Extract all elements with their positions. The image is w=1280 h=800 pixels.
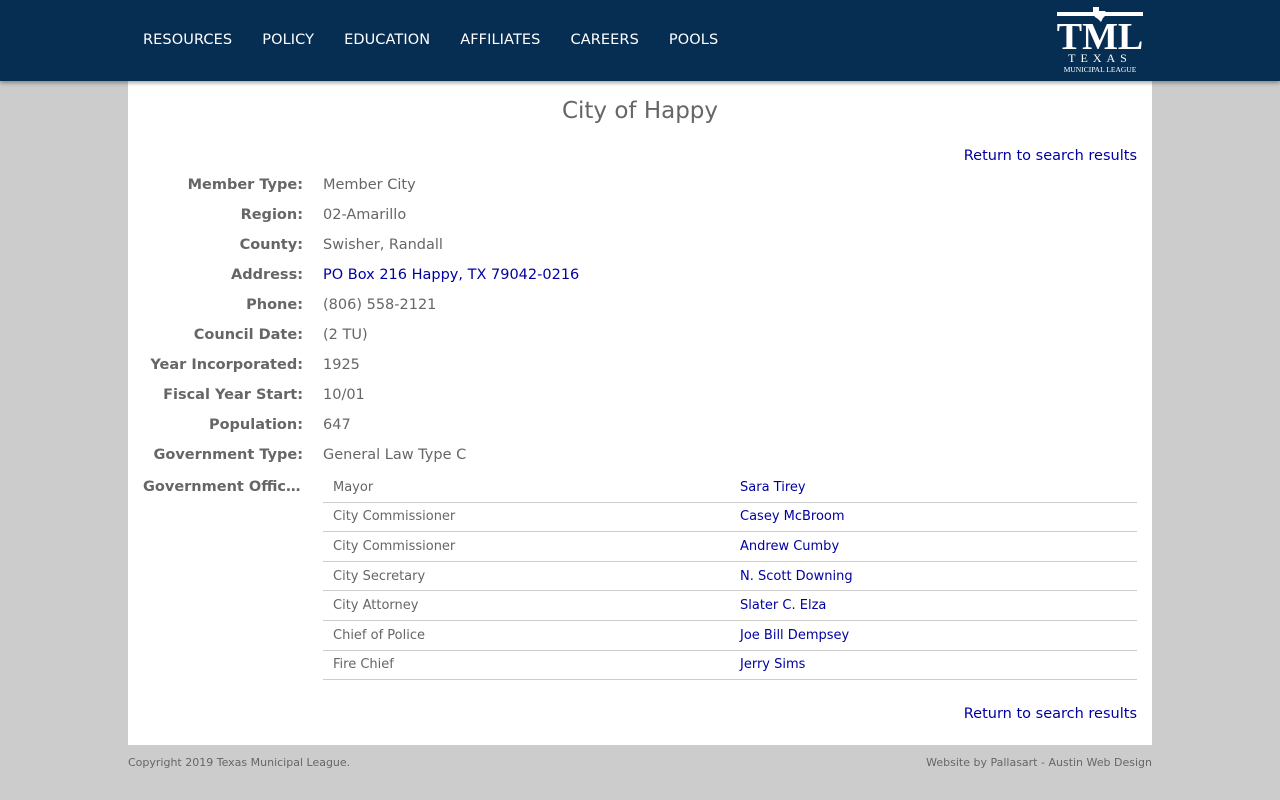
nav-affiliates[interactable]: AFFILIATES: [460, 31, 540, 49]
texas-star-logo-icon: TML TEXAS MUNICIPAL LEAGUE: [1057, 7, 1143, 74]
page-title: City of Happy: [561, 98, 719, 124]
field-label: Government Type:: [153, 447, 303, 463]
field-label: Population:: [208, 417, 303, 433]
footer-credit-link[interactable]: Website by Pallasart - Austin Web Design: [926, 756, 1152, 769]
footer-copyright: Copyright 2019 Texas Municipal League.: [128, 756, 351, 769]
nav-careers[interactable]: CAREERS: [570, 31, 638, 49]
nav-resources[interactable]: RESOURCES: [143, 31, 232, 49]
field-value: Member City: [323, 177, 416, 193]
official-name-link[interactable]: Casey McBroom: [740, 509, 845, 524]
official-role: City Attorney: [323, 590, 730, 621]
main-nav: RESOURCES POLICY EDUCATION AFFILIATES CA…: [143, 31, 748, 49]
field-value: General Law Type C: [323, 447, 467, 463]
member-fields: Member Type: Member City Region: 02-Amar…: [128, 177, 1152, 477]
officials-table: Mayor Sara Tirey City Commissioner Casey…: [323, 473, 1137, 681]
logo-text-league: MUNICIPAL LEAGUE: [1064, 65, 1137, 74]
table-row: Mayor Sara Tirey: [323, 473, 1137, 503]
top-navigation-bar: RESOURCES POLICY EDUCATION AFFILIATES CA…: [0, 0, 1280, 81]
field-label: Address:: [230, 267, 303, 283]
nav-policy[interactable]: POLICY: [262, 31, 314, 49]
official-name-link[interactable]: Andrew Cumby: [740, 539, 839, 554]
table-row: Chief of Police Joe Bill Dempsey: [323, 620, 1137, 651]
official-name-link[interactable]: Sara Tirey: [740, 480, 806, 495]
field-label: Council Date:: [193, 327, 303, 343]
official-role: Fire Chief: [323, 650, 730, 681]
official-name-link[interactable]: Slater C. Elza: [740, 598, 826, 613]
field-label: Member Type:: [187, 177, 303, 193]
field-value: 647: [323, 417, 351, 433]
table-row: City Attorney Slater C. Elza: [323, 590, 1137, 621]
member-detail-panel: City of Happy Return to search results M…: [128, 81, 1152, 745]
nav-pools[interactable]: POOLS: [669, 31, 718, 49]
official-role: Mayor: [323, 473, 730, 503]
table-row: Fire Chief Jerry Sims: [323, 650, 1137, 681]
field-population: Population: 647: [128, 417, 1152, 447]
field-fiscal-year-start: Fiscal Year Start: 10/01: [128, 387, 1152, 417]
field-label: Phone:: [246, 297, 303, 313]
field-label: County:: [239, 237, 303, 253]
field-value: 1925: [323, 357, 360, 373]
official-name-link[interactable]: Jerry Sims: [740, 657, 805, 672]
field-label: Fiscal Year Start:: [163, 387, 303, 403]
official-name-link[interactable]: N. Scott Downing: [740, 569, 853, 584]
field-address: Address: PO Box 216 Happy, TX 79042-0216: [128, 267, 1152, 297]
field-value: 02-Amarillo: [323, 207, 407, 223]
official-role: City Commissioner: [323, 531, 730, 562]
field-label: Year Incorporated:: [150, 357, 303, 373]
field-value: (806) 558-2121: [323, 297, 437, 313]
field-region: Region: 02-Amarillo: [128, 207, 1152, 237]
field-member-type: Member Type: Member City: [128, 177, 1152, 207]
nav-education[interactable]: EDUCATION: [344, 31, 430, 49]
field-label: Region:: [240, 207, 303, 223]
field-phone: Phone: (806) 558-2121: [128, 297, 1152, 327]
official-role: City Secretary: [323, 561, 730, 592]
address-link[interactable]: PO Box 216 Happy, TX 79042-0216: [323, 267, 579, 283]
official-role: City Commissioner: [323, 502, 730, 533]
official-role: Chief of Police: [323, 620, 730, 651]
logo-text-texas: TEXAS: [1068, 51, 1132, 65]
field-value: Swisher, Randall: [323, 237, 443, 253]
tml-logo[interactable]: TML TEXAS MUNICIPAL LEAGUE: [1055, 5, 1145, 75]
return-to-search-link-top[interactable]: Return to search results: [964, 148, 1137, 164]
field-year-incorporated: Year Incorporated: 1925: [128, 357, 1152, 387]
official-name-link[interactable]: Joe Bill Dempsey: [740, 628, 849, 643]
field-value: 10/01: [323, 387, 365, 403]
field-council-date: Council Date: (2 TU): [128, 327, 1152, 357]
government-officials-label: Government Offici...: [143, 479, 303, 495]
field-value: (2 TU): [323, 327, 368, 343]
table-row: City Secretary N. Scott Downing: [323, 561, 1137, 592]
return-to-search-link-bottom[interactable]: Return to search results: [964, 706, 1137, 722]
table-row: City Commissioner Casey McBroom: [323, 502, 1137, 533]
table-row: City Commissioner Andrew Cumby: [323, 531, 1137, 562]
field-county: County: Swisher, Randall: [128, 237, 1152, 267]
